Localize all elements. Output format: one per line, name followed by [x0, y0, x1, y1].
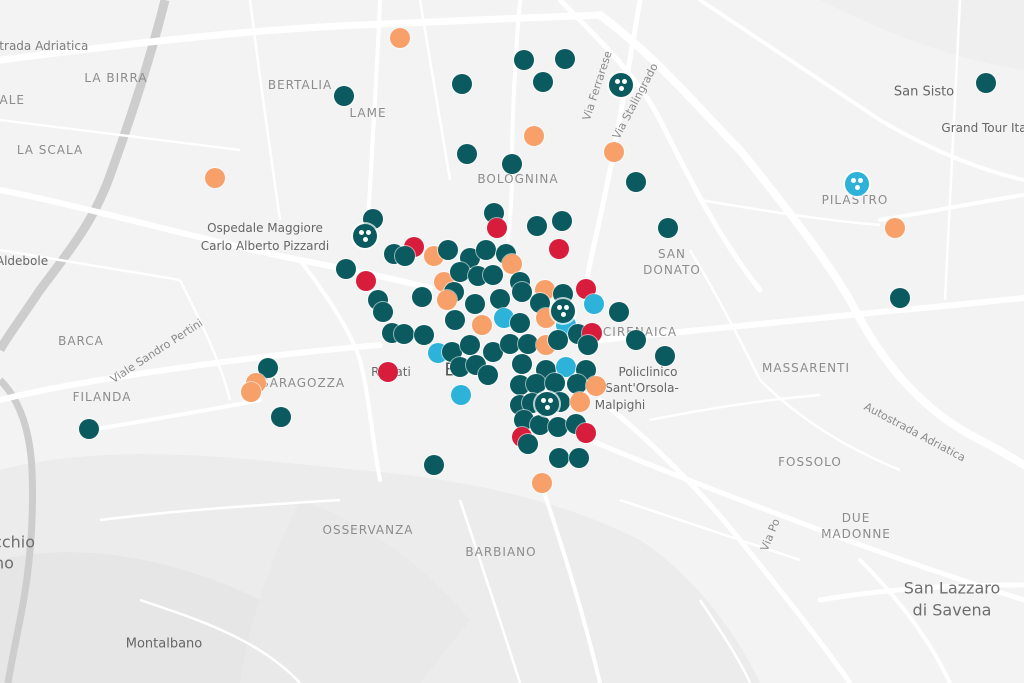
- map-marker-orange[interactable]: [524, 126, 544, 146]
- map-marker-teal[interactable]: [334, 86, 354, 106]
- map-marker-teal[interactable]: [438, 240, 458, 260]
- map-marker-teal[interactable]: [271, 407, 291, 427]
- map-marker-teal[interactable]: [518, 434, 538, 454]
- map-marker-teal[interactable]: [424, 455, 444, 475]
- cluster-dot: [548, 398, 553, 403]
- map-marker-orange[interactable]: [604, 142, 624, 162]
- cluster-dot: [564, 305, 569, 310]
- map-marker-orange[interactable]: [437, 290, 457, 310]
- map-marker-teal[interactable]: [336, 259, 356, 279]
- marker-layer: [0, 0, 1024, 683]
- cluster-marker-teal[interactable]: [535, 392, 559, 416]
- map-marker-teal[interactable]: [890, 288, 910, 308]
- map-marker-red[interactable]: [549, 239, 569, 259]
- map-marker-teal[interactable]: [395, 246, 415, 266]
- cluster-dot: [854, 185, 860, 190]
- map-marker-teal[interactable]: [545, 373, 565, 393]
- map-marker-red[interactable]: [576, 423, 596, 443]
- map-marker-orange[interactable]: [241, 382, 261, 402]
- map-marker-teal[interactable]: [502, 154, 522, 174]
- cluster-marker-teal[interactable]: [551, 299, 575, 323]
- cluster-dot: [858, 178, 863, 183]
- map-marker-orange[interactable]: [586, 376, 606, 396]
- cluster-dot: [851, 178, 856, 183]
- map-marker-teal[interactable]: [548, 417, 568, 437]
- map-marker-teal[interactable]: [500, 334, 520, 354]
- cluster-marker-cyan[interactable]: [845, 172, 869, 196]
- map-view[interactable]: Strada Adriatica LA BIRRA BERTALIA LAME …: [0, 0, 1024, 683]
- map-marker-teal[interactable]: [567, 374, 587, 394]
- map-marker-cyan[interactable]: [584, 294, 604, 314]
- cluster-dot: [618, 86, 624, 91]
- map-marker-teal[interactable]: [510, 313, 530, 333]
- map-marker-teal[interactable]: [609, 302, 629, 322]
- map-marker-teal[interactable]: [530, 415, 550, 435]
- cluster-marker-teal[interactable]: [609, 73, 633, 97]
- map-marker-orange[interactable]: [472, 315, 492, 335]
- cluster-dot: [366, 230, 371, 235]
- cluster-dot: [362, 237, 368, 242]
- map-marker-teal[interactable]: [452, 74, 472, 94]
- map-marker-orange[interactable]: [502, 254, 522, 274]
- map-marker-teal[interactable]: [450, 262, 470, 282]
- map-marker-teal[interactable]: [569, 448, 589, 468]
- map-marker-teal[interactable]: [658, 218, 678, 238]
- map-marker-orange[interactable]: [532, 473, 552, 493]
- map-marker-teal[interactable]: [549, 448, 569, 468]
- cluster-dot: [615, 79, 620, 84]
- cluster-dot: [560, 312, 566, 317]
- map-marker-teal[interactable]: [626, 172, 646, 192]
- map-marker-orange[interactable]: [885, 218, 905, 238]
- map-marker-teal[interactable]: [548, 330, 568, 350]
- cluster-dot: [541, 398, 546, 403]
- map-marker-teal[interactable]: [552, 211, 572, 231]
- map-marker-red[interactable]: [487, 218, 507, 238]
- cluster-dot: [544, 405, 550, 410]
- cluster-dot: [622, 79, 627, 84]
- map-marker-teal[interactable]: [490, 289, 510, 309]
- map-marker-teal[interactable]: [655, 346, 675, 366]
- map-marker-teal[interactable]: [79, 419, 99, 439]
- map-marker-teal[interactable]: [460, 335, 480, 355]
- map-marker-red[interactable]: [356, 271, 376, 291]
- map-marker-teal[interactable]: [533, 72, 553, 92]
- map-marker-teal[interactable]: [478, 365, 498, 385]
- map-marker-teal[interactable]: [514, 50, 534, 70]
- map-marker-orange[interactable]: [390, 28, 410, 48]
- map-marker-teal[interactable]: [976, 73, 996, 93]
- cluster-marker-teal[interactable]: [353, 224, 377, 248]
- map-marker-teal[interactable]: [518, 334, 538, 354]
- map-marker-teal[interactable]: [527, 216, 547, 236]
- map-marker-teal[interactable]: [457, 144, 477, 164]
- map-marker-teal[interactable]: [412, 287, 432, 307]
- cluster-dot: [557, 305, 562, 310]
- map-marker-teal[interactable]: [394, 324, 414, 344]
- map-marker-teal[interactable]: [512, 354, 532, 374]
- map-marker-red[interactable]: [378, 362, 398, 382]
- map-marker-teal[interactable]: [555, 49, 575, 69]
- cluster-dot: [359, 230, 364, 235]
- map-marker-orange[interactable]: [570, 392, 590, 412]
- map-marker-teal[interactable]: [483, 265, 503, 285]
- map-marker-teal[interactable]: [578, 335, 598, 355]
- map-marker-cyan[interactable]: [451, 385, 471, 405]
- map-marker-teal[interactable]: [526, 374, 546, 394]
- map-marker-teal[interactable]: [414, 325, 434, 345]
- map-marker-teal[interactable]: [445, 310, 465, 330]
- map-marker-teal[interactable]: [465, 294, 485, 314]
- map-marker-teal[interactable]: [476, 240, 496, 260]
- map-marker-teal[interactable]: [373, 302, 393, 322]
- map-marker-teal[interactable]: [512, 282, 532, 302]
- map-marker-orange[interactable]: [205, 168, 225, 188]
- map-marker-teal[interactable]: [626, 330, 646, 350]
